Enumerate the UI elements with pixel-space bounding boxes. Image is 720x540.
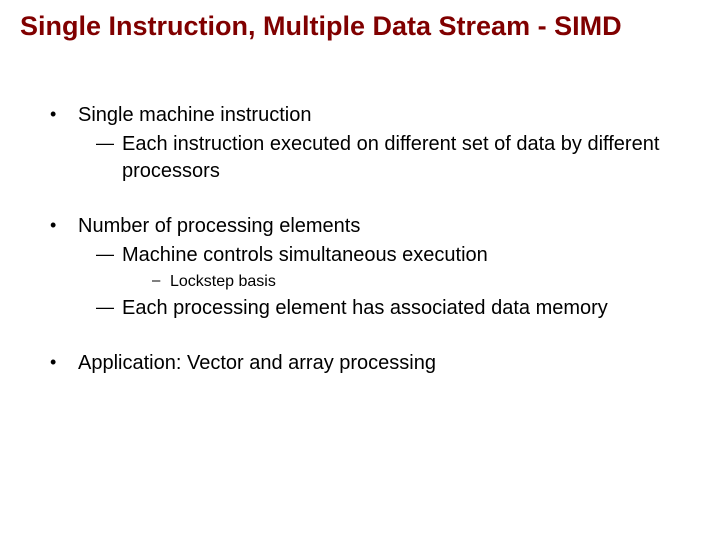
- sub-bullet-text: Each processing element has associated d…: [122, 297, 608, 319]
- sub-bullet-item: Each processing element has associated d…: [96, 295, 700, 322]
- sub-bullet-list: Each instruction executed on different s…: [96, 131, 700, 185]
- bullet-text: Number of processing elements: [78, 215, 360, 237]
- slide-title: Single Instruction, Multiple Data Stream…: [20, 10, 700, 42]
- bullet-text: Application: Vector and array processing: [78, 352, 436, 374]
- bullet-text: Single machine instruction: [78, 104, 311, 126]
- sub-bullet-item: Machine controls simultaneous execution …: [96, 242, 700, 293]
- bullet-item: Single machine instruction Each instruct…: [50, 102, 700, 185]
- bullet-item: Number of processing elements Machine co…: [50, 213, 700, 322]
- sub-sub-bullet-text: Lockstep basis: [170, 273, 276, 290]
- sub-bullet-text: Machine controls simultaneous execution: [122, 244, 488, 266]
- sub-bullet-item: Each instruction executed on different s…: [96, 131, 700, 185]
- slide: Single Instruction, Multiple Data Stream…: [0, 0, 720, 540]
- sub-bullet-text: Each instruction executed on different s…: [122, 133, 659, 182]
- sub-sub-bullet-item: Lockstep basis: [152, 271, 700, 293]
- bullet-item: Application: Vector and array processing: [50, 350, 700, 377]
- sub-sub-bullet-list: Lockstep basis: [152, 271, 700, 293]
- sub-bullet-list: Machine controls simultaneous execution …: [96, 242, 700, 322]
- bullet-list: Single machine instruction Each instruct…: [50, 102, 700, 377]
